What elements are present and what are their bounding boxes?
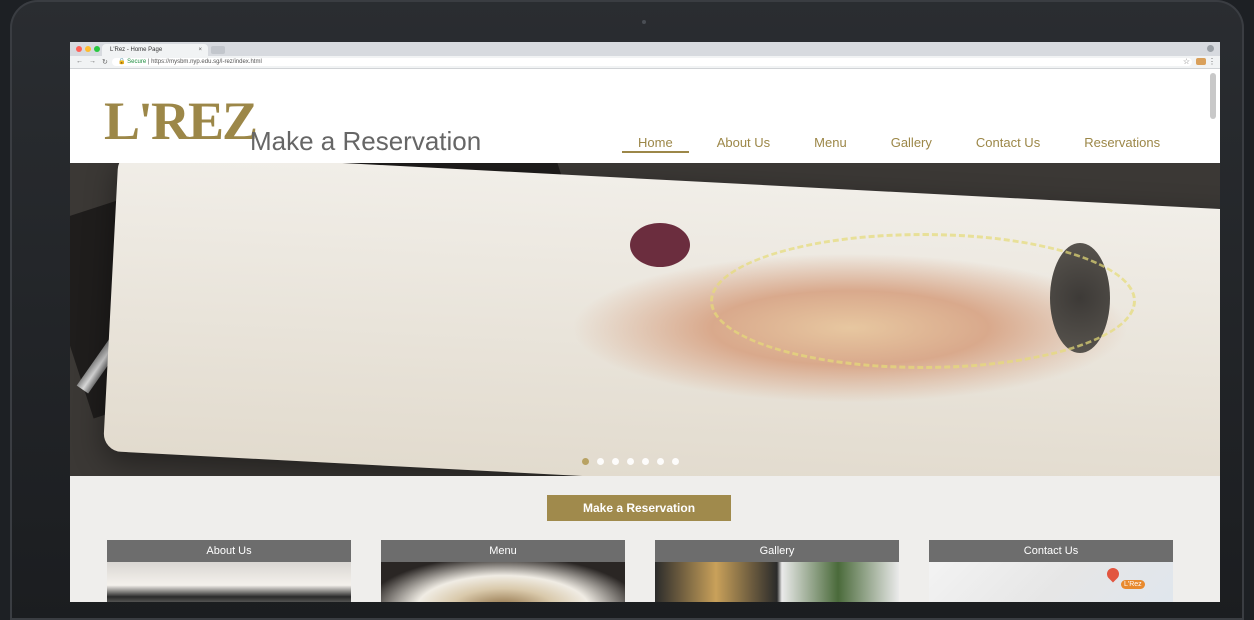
frisee-image <box>710 233 1136 369</box>
card-gallery[interactable]: Gallery <box>655 540 899 602</box>
card-title: Gallery <box>655 540 899 562</box>
extension-icon[interactable] <box>1196 58 1206 65</box>
tagline: Make a Reservation <box>250 126 482 156</box>
lock-icon: 🔒 <box>118 59 126 65</box>
slider-dot[interactable] <box>612 458 619 465</box>
card-title: Contact Us <box>929 540 1173 562</box>
card-menu[interactable]: Menu <box>381 540 625 602</box>
make-reservation-button[interactable]: Make a Reservation <box>547 495 731 521</box>
slider-pagination <box>582 458 679 465</box>
nav-link-contact-us[interactable]: Contact Us <box>976 135 1040 153</box>
page-scrollbar[interactable] <box>1210 73 1216 119</box>
site-header: L'REZ Make a Reservation Home About Us Men… <box>70 69 1220 163</box>
window-controls <box>76 46 100 52</box>
nav-link-home[interactable]: Home <box>622 135 689 153</box>
card-title: About Us <box>107 540 351 562</box>
web-page: L'REZ Make a Reservation Home About Us Men… <box>70 69 1220 602</box>
tab-close-icon[interactable]: × <box>198 44 202 56</box>
browser-menu-icon[interactable]: ⋮ <box>1208 57 1216 66</box>
nav-link-gallery[interactable]: Gallery <box>891 135 932 153</box>
nav-link-menu[interactable]: Menu <box>814 135 847 153</box>
site-logo[interactable]: L'REZ <box>104 91 258 151</box>
slider-dot[interactable] <box>627 458 634 465</box>
maximize-window-button[interactable] <box>94 46 100 52</box>
camera <box>642 20 646 24</box>
hero-slider <box>70 163 1220 476</box>
map-pin-icon <box>1104 565 1122 583</box>
browser-window: L'Rez - Home Page × ← → ↻ 🔒 Secure | htt… <box>70 42 1220 602</box>
nav-link-about-us[interactable]: About Us <box>717 135 770 153</box>
back-icon[interactable]: ← <box>76 58 83 66</box>
leaf-garnish-image <box>630 223 690 267</box>
card-thumbnail-image <box>107 562 351 602</box>
new-tab-button[interactable] <box>211 46 225 54</box>
slider-dot[interactable] <box>642 458 649 465</box>
secure-label: Secure <box>127 59 147 65</box>
url-field[interactable]: 🔒 Secure | https://mysbm.nyp.edu.sg/l-re… <box>112 58 1192 66</box>
slider-dot[interactable] <box>597 458 604 465</box>
address-bar: ← → ↻ 🔒 Secure | https://mysbm.nyp.edu.s… <box>70 56 1220 69</box>
map-pin-label: L'Rez <box>1121 580 1145 589</box>
card-contact-us[interactable]: Contact Us L'Rez <box>929 540 1173 602</box>
bookmark-star-icon[interactable]: ☆ <box>1183 57 1190 66</box>
card-thumbnail-image <box>381 562 625 602</box>
browser-tab[interactable]: L'Rez - Home Page × <box>102 44 208 56</box>
forward-icon[interactable]: → <box>89 58 96 66</box>
reload-icon[interactable]: ↻ <box>102 58 108 66</box>
tab-title: L'Rez - Home Page <box>110 47 163 53</box>
nav-buttons: ← → ↻ <box>76 58 108 66</box>
minimize-window-button[interactable] <box>85 46 91 52</box>
card-thumbnail-image <box>655 562 899 602</box>
profile-icon[interactable] <box>1207 45 1214 52</box>
slider-dot[interactable] <box>672 458 679 465</box>
main-nav: Home About Us Menu Gallery Contact Us Reserva… <box>622 135 1204 153</box>
laptop-frame: L'Rez - Home Page × ← → ↻ 🔒 Secure | htt… <box>10 0 1244 620</box>
slider-dot[interactable] <box>657 458 664 465</box>
nav-link-reservations[interactable]: Reservations <box>1084 135 1160 153</box>
logo-text: L'REZ <box>104 91 258 151</box>
close-window-button[interactable] <box>76 46 82 52</box>
tab-bar: L'Rez - Home Page × <box>70 42 1220 56</box>
url-text: https://mysbm.nyp.edu.sg/l-rez/index.htm… <box>151 59 262 65</box>
card-title: Menu <box>381 540 625 562</box>
feature-cards: About Us Menu Gallery Contact Us L'Rez <box>107 540 1173 602</box>
slider-dot[interactable] <box>582 458 589 465</box>
card-about-us[interactable]: About Us <box>107 540 351 602</box>
card-thumbnail-image: L'Rez <box>929 562 1173 602</box>
